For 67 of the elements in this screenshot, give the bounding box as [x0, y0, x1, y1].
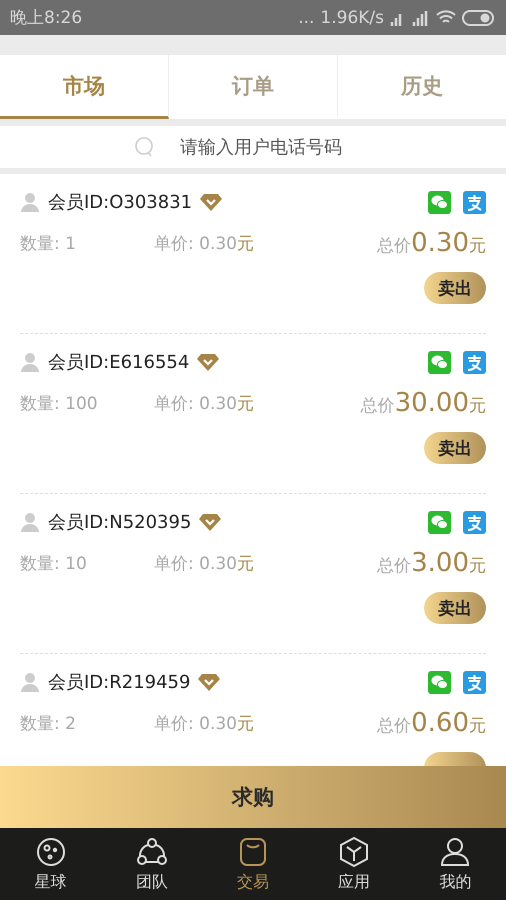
signal-icon	[390, 10, 430, 26]
more-indicator: ...	[298, 8, 314, 28]
unit-price: 单价: 0.30元	[154, 712, 254, 734]
search-icon	[134, 136, 156, 158]
total-label: 总价	[360, 395, 395, 417]
alipay-icon[interactable]	[463, 670, 486, 694]
wifi-icon	[436, 10, 456, 26]
alipay-icon[interactable]	[463, 190, 486, 214]
unit-price: 单价: 0.30元	[154, 232, 254, 254]
nav-label: 应用	[338, 872, 370, 892]
buy-request-button[interactable]: 求购	[0, 766, 506, 828]
nav-tab[interactable]: 交易	[202, 828, 304, 900]
currency-label: 元	[469, 395, 486, 417]
total-price: 3.00	[411, 548, 469, 578]
nav-tab[interactable]: 应用	[304, 828, 405, 900]
quantity: 数量: 100	[20, 392, 99, 414]
nav-tab[interactable]: 星球	[0, 828, 102, 900]
currency-label: 元	[469, 235, 486, 257]
cube-icon	[338, 836, 370, 868]
nav-tab[interactable]: 我的	[404, 828, 506, 900]
quantity: 数量: 10	[20, 552, 88, 574]
bag-icon	[237, 836, 269, 868]
total-label: 总价	[377, 715, 412, 737]
unit-price: 单价: 0.30元	[154, 392, 254, 414]
status-time: 晚上8:26	[10, 7, 82, 29]
member-id: 会员ID:N520395	[48, 511, 192, 534]
sell-button[interactable]: 卖出	[424, 272, 486, 304]
total-price: 0.60	[411, 708, 469, 738]
planet-icon	[34, 836, 67, 868]
user-icon	[439, 836, 472, 868]
chat-bubbles-icon[interactable]	[428, 350, 451, 374]
alipay-icon[interactable]	[463, 510, 486, 534]
diamond-icon	[199, 513, 222, 531]
currency-label: 元	[469, 715, 486, 737]
user-icon	[20, 352, 40, 372]
quantity: 数量: 2	[20, 712, 77, 734]
diamond-icon	[200, 193, 222, 211]
nav-label: 我的	[439, 872, 472, 892]
network-speed: 1.96K/s	[320, 8, 384, 28]
diamond-icon	[197, 353, 220, 371]
member-id: 会员ID:E616554	[48, 351, 190, 374]
sell-button[interactable]: 卖出	[424, 432, 486, 464]
user-icon	[20, 512, 40, 532]
alipay-icon[interactable]	[463, 350, 486, 374]
nav-label: 交易	[237, 872, 269, 892]
chat-bubbles-icon[interactable]	[428, 510, 451, 534]
tab[interactable]: 市场	[0, 55, 169, 119]
total-price: 30.00	[394, 388, 469, 418]
total-label: 总价	[377, 555, 412, 577]
sell-button[interactable]: 卖出	[424, 592, 486, 624]
quantity: 数量: 1	[20, 232, 77, 254]
diamond-icon	[198, 673, 220, 691]
battery-icon	[462, 10, 494, 26]
member-id: 会员ID:R219459	[48, 671, 190, 694]
member-id: 会员ID:O303831	[48, 191, 192, 214]
nav-label: 团队	[136, 872, 168, 892]
total-price: 0.30	[411, 228, 469, 258]
unit-price: 单价: 0.30元	[154, 552, 254, 574]
nav-tab[interactable]: 团队	[101, 828, 202, 900]
currency-label: 元	[469, 555, 486, 577]
user-icon	[20, 672, 40, 692]
user-icon	[20, 192, 40, 212]
nav-label: 星球	[34, 872, 67, 892]
chat-bubbles-icon[interactable]	[428, 670, 451, 694]
team-icon	[136, 836, 168, 868]
total-label: 总价	[377, 235, 412, 257]
chat-bubbles-icon[interactable]	[428, 190, 451, 214]
